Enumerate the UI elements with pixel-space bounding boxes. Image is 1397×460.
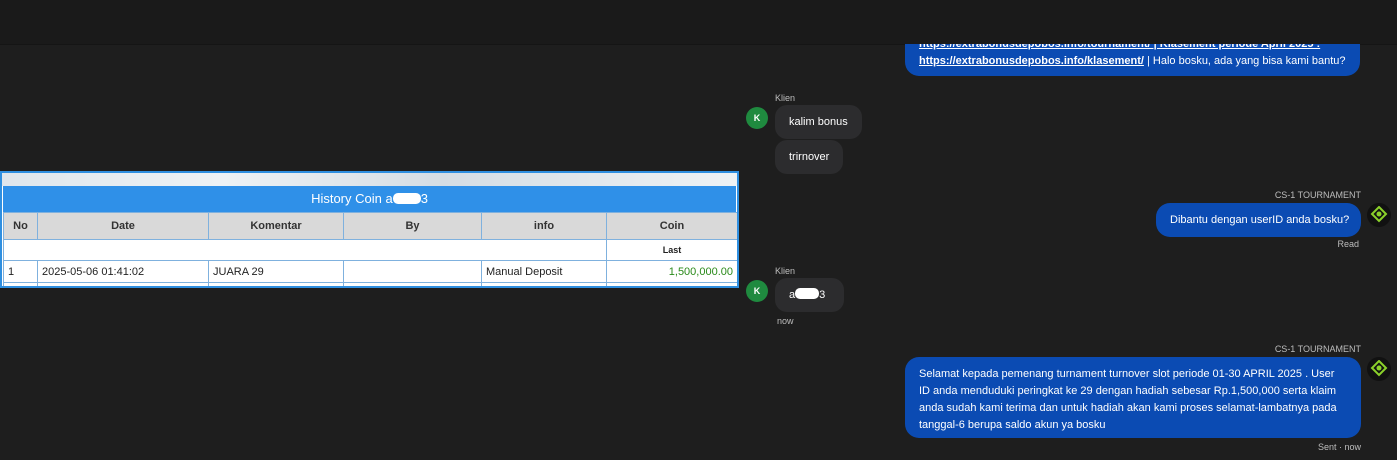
table-row: 1 2025-05-06 01:41:02 JUARA 29 Manual De… [3, 260, 737, 283]
coin-subheader-last: Last [606, 239, 737, 261]
table-row [3, 282, 737, 286]
cell-info: Manual Deposit [481, 260, 607, 283]
table-subheader-row: Last [3, 239, 737, 261]
outgoing-message: Dibantu dengan userID anda bosku? [1156, 203, 1361, 237]
column-header-by: By [343, 212, 482, 240]
read-status: Read [1337, 239, 1359, 249]
extrabonus-logo-icon [1367, 203, 1391, 227]
sender-label-agent: CS-1 TOURNAMENT [1274, 190, 1361, 200]
redacted-text-mark [392, 193, 421, 204]
extrabonus-logo-icon [1367, 357, 1391, 381]
incoming-message: trirnover [775, 140, 844, 174]
timestamp: now [777, 316, 794, 326]
outgoing-message-announcement: Selamat kepada pemenang turnament turnov… [905, 357, 1361, 438]
chat-header-strip [740, 0, 1397, 44]
klasement-link[interactable]: https://extrabonusdepobos.info/klasement… [919, 55, 1144, 67]
incoming-message: kalim bonus [775, 105, 862, 139]
cell-date: 2025-05-06 01:41:02 [37, 260, 209, 283]
redacted-text-mark [795, 288, 820, 299]
klien-avatar: K [746, 280, 768, 302]
incoming-message-userid: a3 [775, 278, 844, 312]
panel-header-image [2, 173, 737, 186]
cell-by [343, 260, 482, 283]
column-header-no: No [3, 212, 38, 240]
table-header-row: No Date Komentar By info Coin [3, 212, 737, 240]
cell-no: 1 [3, 260, 38, 283]
column-header-coin: Coin [606, 212, 737, 240]
cell-coin: 1,500,000.00 [606, 260, 737, 283]
column-header-info: info [481, 212, 607, 240]
klien-avatar: K [746, 107, 768, 129]
cell-komentar: JUARA 29 [208, 260, 344, 283]
sent-status: Sent · now [1317, 442, 1361, 452]
sender-label-klien: Klien [775, 93, 796, 103]
column-header-date: Date [37, 212, 209, 240]
history-coin-title: History Coin a3 [3, 186, 736, 212]
history-coin-table: No Date Komentar By info Coin Last 1 202… [3, 212, 737, 286]
history-coin-panel: History Coin a3 No Date Komentar By info… [0, 171, 739, 288]
sender-label-agent: CS-1 TOURNAMENT [1274, 344, 1361, 354]
column-header-komentar: Komentar [208, 212, 344, 240]
sender-label-klien: Klien [775, 266, 796, 276]
